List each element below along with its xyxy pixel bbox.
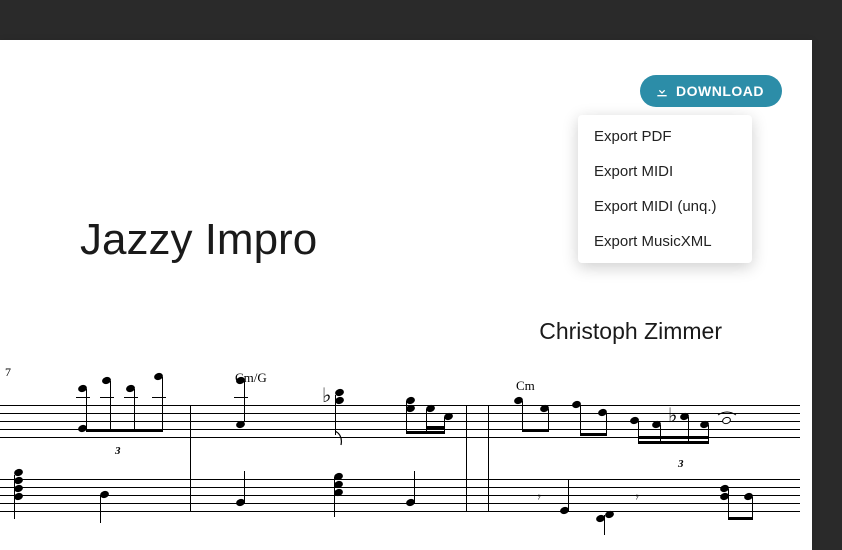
music-notation: ♭ ♭	[0, 395, 800, 545]
download-menu: Export PDF Export MIDI Export MIDI (unq.…	[578, 115, 752, 263]
menu-export-midi[interactable]: Export MIDI	[578, 154, 752, 189]
ledger-line	[234, 397, 248, 398]
eighth-rest: 𝄾	[536, 491, 540, 507]
ledger-line	[76, 397, 90, 398]
barline	[466, 405, 467, 511]
score-title: Jazzy Impro	[80, 215, 317, 265]
menu-export-midi-unq[interactable]: Export MIDI (unq.)	[578, 189, 752, 224]
download-button[interactable]: DOWNLOAD	[640, 75, 782, 107]
flat-accidental: ♭	[322, 383, 331, 408]
barline	[190, 405, 191, 511]
download-icon	[654, 83, 670, 99]
score-composer: Christoph Zimmer	[539, 318, 722, 345]
ledger-line	[152, 397, 166, 398]
download-label: DOWNLOAD	[676, 83, 764, 99]
menu-export-pdf[interactable]: Export PDF	[578, 119, 752, 154]
menu-export-musicxml[interactable]: Export MusicXML	[578, 224, 752, 259]
staff-upper	[0, 405, 800, 437]
flat-accidental: ♭	[668, 403, 677, 428]
eighth-rest: 𝄾	[634, 491, 638, 507]
barline	[488, 405, 489, 511]
chord-symbol: Cm	[516, 378, 535, 394]
page-number: 7	[5, 365, 11, 380]
ledger-line	[124, 397, 138, 398]
ledger-line	[100, 397, 114, 398]
staff-lower	[0, 479, 800, 511]
